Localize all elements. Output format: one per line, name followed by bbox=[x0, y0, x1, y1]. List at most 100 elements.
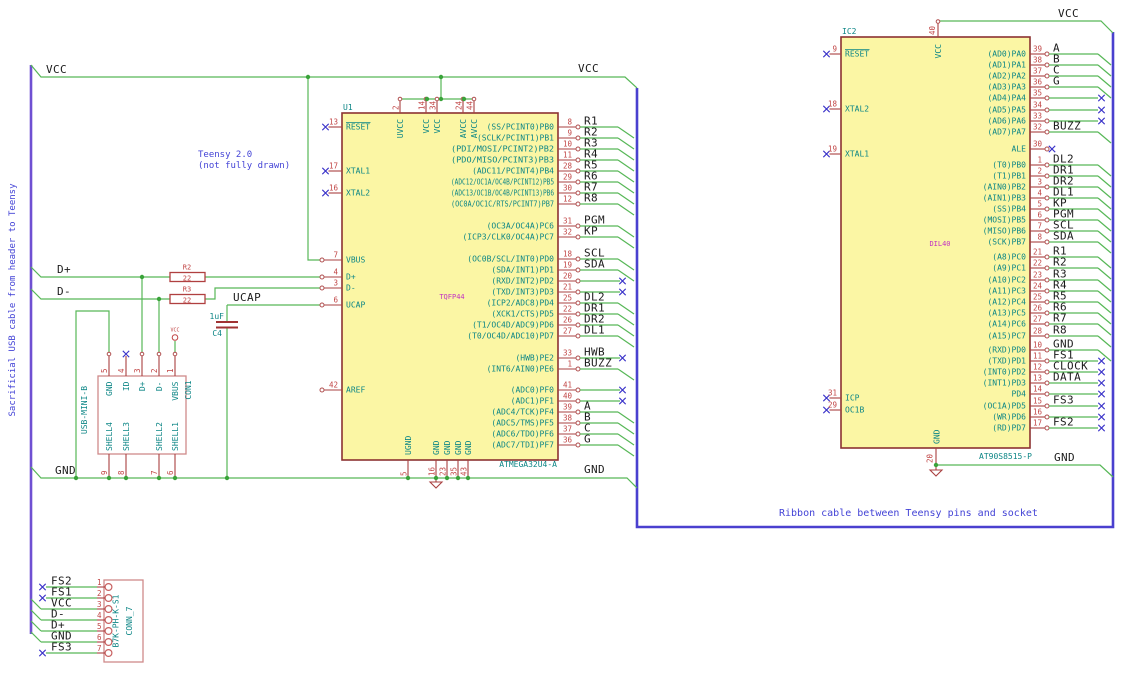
net-label[interactable]: GND bbox=[1054, 451, 1075, 464]
pin-end bbox=[575, 289, 581, 295]
net-label[interactable]: VCC bbox=[1058, 7, 1079, 20]
net-label[interactable]: SDA bbox=[584, 258, 605, 271]
net-label[interactable]: DATA bbox=[1053, 371, 1081, 384]
pin-name: (T1)PB1 bbox=[992, 172, 1026, 181]
bus-entry[interactable] bbox=[1097, 230, 1112, 243]
bus-entry[interactable] bbox=[1097, 290, 1112, 303]
pin-name: UGND bbox=[404, 436, 413, 455]
bus-entry[interactable] bbox=[617, 258, 635, 271]
net-label[interactable]: KP bbox=[584, 225, 598, 238]
bus-entry[interactable] bbox=[1097, 175, 1112, 188]
bus-entry[interactable] bbox=[30, 620, 42, 632]
bus-entry[interactable] bbox=[1097, 312, 1112, 325]
net-label[interactable]: BUZZ bbox=[1053, 120, 1081, 133]
bus-entry[interactable] bbox=[617, 203, 635, 216]
wire-dplus[interactable] bbox=[30, 266, 170, 278]
net-label[interactable]: D- bbox=[57, 285, 71, 298]
wire-vbus[interactable] bbox=[307, 77, 322, 261]
bus-entry[interactable] bbox=[617, 148, 635, 161]
bus-entry[interactable] bbox=[617, 368, 635, 381]
pin-end bbox=[1044, 184, 1050, 190]
bus-entry[interactable] bbox=[1097, 75, 1112, 88]
capacitor-c4-body[interactable] bbox=[216, 321, 238, 329]
pin-end bbox=[575, 234, 581, 240]
bus-entry[interactable] bbox=[617, 411, 635, 424]
no-connect-icon bbox=[38, 583, 47, 591]
pin-number: 28 bbox=[1033, 327, 1043, 336]
net-label[interactable]: SDA bbox=[1053, 230, 1074, 243]
bus-entry[interactable] bbox=[617, 126, 635, 139]
net-label[interactable]: FS3 bbox=[51, 641, 72, 654]
bus-entry[interactable] bbox=[617, 302, 635, 315]
bus-entry[interactable] bbox=[1097, 53, 1112, 66]
bus-entry[interactable] bbox=[1097, 219, 1112, 232]
net-label[interactable]: UCAP bbox=[233, 291, 261, 304]
bus-entry[interactable] bbox=[30, 609, 42, 621]
bus-entry[interactable] bbox=[1097, 301, 1112, 314]
pin-end bbox=[1044, 228, 1050, 234]
pin-number: 26 bbox=[563, 316, 573, 325]
wire-gnd-ic2[interactable] bbox=[936, 464, 1114, 478]
pin-number: 8 bbox=[567, 118, 572, 127]
wire-dminus[interactable] bbox=[205, 287, 322, 300]
net-label[interactable]: GND bbox=[584, 463, 605, 476]
net-label[interactable]: G bbox=[1053, 75, 1060, 88]
bus-entry[interactable] bbox=[1097, 323, 1112, 336]
bus-entry[interactable] bbox=[617, 170, 635, 183]
pin-end bbox=[575, 366, 581, 372]
bus-entry[interactable] bbox=[617, 236, 635, 249]
bus-entry[interactable] bbox=[1097, 164, 1112, 177]
bus-entry[interactable] bbox=[1097, 267, 1112, 280]
net-label[interactable]: VCC bbox=[578, 62, 599, 75]
bus-entry[interactable] bbox=[617, 444, 635, 457]
bus-entry[interactable] bbox=[617, 159, 635, 172]
no-connect-icon bbox=[1097, 379, 1106, 387]
wire-vcc-rail[interactable] bbox=[30, 64, 638, 89]
wire-gnd-rail[interactable] bbox=[30, 466, 638, 489]
pin-number: 32 bbox=[563, 228, 572, 237]
bus-entry[interactable] bbox=[617, 225, 635, 238]
net-label[interactable]: R8 bbox=[584, 192, 598, 205]
wire-dminus[interactable] bbox=[30, 288, 170, 300]
net-label[interactable]: BUZZ bbox=[584, 357, 612, 370]
bus-entry[interactable] bbox=[1097, 256, 1112, 269]
bus-entry[interactable] bbox=[1097, 279, 1112, 292]
bus-entry[interactable] bbox=[617, 422, 635, 435]
bus-entry[interactable] bbox=[617, 324, 635, 337]
bus-entry[interactable] bbox=[617, 335, 635, 348]
net-label[interactable]: GND bbox=[55, 464, 76, 477]
note-teensy: (not fully drawn) bbox=[198, 161, 290, 171]
pin-hole bbox=[104, 582, 113, 591]
bus-entry[interactable] bbox=[617, 181, 635, 194]
bus-entry[interactable] bbox=[1097, 186, 1112, 199]
pin-name: D- bbox=[155, 382, 164, 392]
bus-entry[interactable] bbox=[1097, 64, 1112, 77]
net-label[interactable]: D+ bbox=[57, 263, 71, 276]
no-connect-icon bbox=[1097, 424, 1106, 432]
bus-entry[interactable] bbox=[1097, 131, 1112, 144]
net-label[interactable]: DL1 bbox=[584, 324, 605, 337]
net-label[interactable]: G bbox=[584, 433, 591, 446]
pin-number: 4 bbox=[1037, 189, 1042, 198]
pin-name: UCAP bbox=[346, 301, 365, 310]
net-label[interactable]: R8 bbox=[1053, 324, 1067, 337]
pin-number: 7 bbox=[333, 251, 338, 260]
bus-entry[interactable] bbox=[1097, 335, 1112, 348]
net-label[interactable]: VCC bbox=[46, 63, 67, 76]
pin-name: (ICP2/ADC8)PD4 bbox=[487, 299, 555, 308]
bus-entry[interactable] bbox=[617, 313, 635, 326]
schematic-canvas[interactable]: 8 (SS/PCINT0)PB0 R1 9 (SCLK/PCINT1)PB1 R2 10 (P… bbox=[0, 0, 1131, 690]
bus-entry[interactable] bbox=[617, 137, 635, 150]
junction-dot bbox=[444, 475, 450, 481]
bus-entry[interactable] bbox=[617, 192, 635, 205]
junction-dot bbox=[224, 475, 230, 481]
net-label[interactable]: FS3 bbox=[1053, 394, 1074, 407]
wire-vcc-ic2[interactable] bbox=[938, 20, 1114, 34]
bus-entry[interactable] bbox=[617, 433, 635, 446]
net-label[interactable]: FS2 bbox=[1053, 416, 1074, 429]
bus-entry[interactable] bbox=[30, 631, 42, 643]
bus-entry[interactable] bbox=[1097, 241, 1112, 254]
pin-name: UVCC bbox=[396, 119, 405, 138]
bus-entry[interactable] bbox=[1097, 197, 1112, 210]
bus-entry[interactable] bbox=[1097, 208, 1112, 221]
